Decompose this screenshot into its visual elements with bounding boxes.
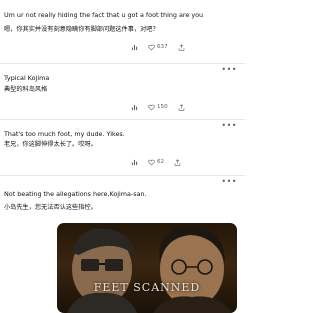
reply-1[interactable]: Um ur not really hiding the fact that u … bbox=[0, 0, 245, 66]
reply-text-en: Typical Kojima bbox=[4, 74, 50, 82]
like-count: 150 bbox=[157, 104, 168, 110]
views-button[interactable] bbox=[131, 159, 138, 166]
bar-chart-icon bbox=[131, 159, 138, 165]
portrait-image bbox=[67, 227, 233, 313]
like-count: 637 bbox=[157, 44, 168, 50]
views-button[interactable] bbox=[131, 104, 138, 111]
views-button[interactable] bbox=[131, 44, 138, 51]
reply-text-en: Not beating the allegations here,Kojima-… bbox=[4, 190, 147, 198]
heart-icon bbox=[148, 44, 155, 50]
reply-3[interactable]: ••• That's too much foot, my dude. Yikes… bbox=[0, 120, 245, 175]
share-button[interactable] bbox=[178, 103, 185, 111]
media-image[interactable]: FEET SCANNED bbox=[57, 223, 237, 313]
heart-icon bbox=[148, 104, 155, 110]
more-horizontal-icon[interactable]: ••• bbox=[221, 178, 237, 186]
like-button[interactable]: 150 bbox=[148, 104, 168, 111]
share-icon bbox=[178, 43, 184, 51]
action-bar: 62 bbox=[131, 157, 191, 167]
reply-text-zh: 典型的科岛风格 bbox=[4, 86, 48, 93]
reply-text-zh: 嗯，你其实并没有刻意隐瞒你有脚部问题这件事，对吧？ bbox=[4, 26, 159, 33]
bar-chart-icon bbox=[131, 104, 138, 110]
heart-icon bbox=[148, 159, 155, 165]
reply-2[interactable]: ••• Typical Kojima 典型的科岛风格 150 bbox=[0, 64, 245, 119]
like-button[interactable]: 62 bbox=[148, 159, 164, 166]
share-button[interactable] bbox=[178, 43, 185, 51]
share-icon bbox=[174, 158, 181, 166]
more-horizontal-icon[interactable]: ••• bbox=[221, 122, 237, 130]
share-icon bbox=[178, 103, 184, 111]
share-button[interactable] bbox=[174, 158, 181, 166]
reply-text-zh: 老兄，你这脚伸得太长了。哎呀。 bbox=[4, 141, 97, 148]
action-bar: 150 bbox=[131, 102, 195, 112]
like-button[interactable]: 637 bbox=[148, 44, 168, 51]
more-horizontal-icon[interactable]: ••• bbox=[221, 66, 237, 74]
reply-text-en: That's too much foot, my dude. Yikes. bbox=[4, 130, 125, 138]
like-count: 62 bbox=[157, 159, 165, 165]
action-bar: 637 bbox=[131, 42, 195, 52]
reply-text-en: Um ur not really hiding the fact that u … bbox=[4, 11, 204, 19]
reply-text-zh: 小岛先生，您无法否认这些指控。 bbox=[4, 204, 97, 211]
bar-chart-icon bbox=[131, 44, 138, 50]
media-caption: FEET SCANNED bbox=[93, 281, 201, 294]
